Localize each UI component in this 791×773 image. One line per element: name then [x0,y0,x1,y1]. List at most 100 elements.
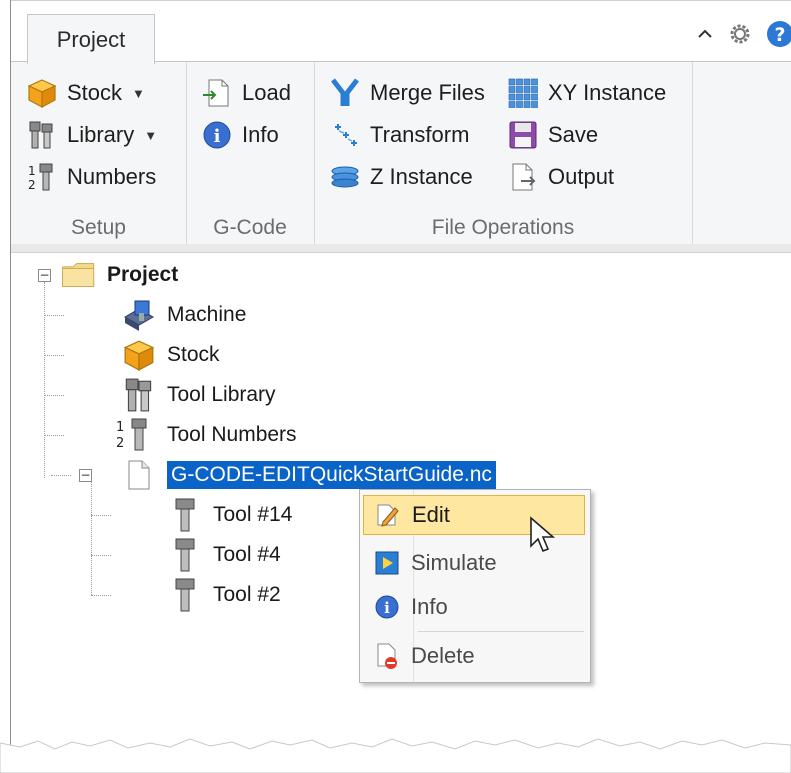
menu-label-simulate: Simulate [411,550,497,575]
tree-connector [44,355,64,356]
tree-node-gcode-file[interactable]: G-CODE-EDITQuickStartGuide.nc [121,457,496,493]
tool-icon [167,537,203,573]
tree-connector [51,475,71,476]
stock-button[interactable]: Stock ▼ [25,75,145,111]
load-file-icon [200,76,234,110]
tree-connector [44,282,45,478]
tree-connector [44,435,64,436]
menu-label-edit: Edit [412,502,450,527]
tree-connector [91,515,111,516]
xy-instance-button[interactable]: XY Instance [506,75,666,111]
tab-project[interactable]: Project [27,14,155,64]
svg-text:1: 1 [116,420,124,435]
menu-label-delete: Delete [411,643,475,668]
tool-numbers-icon: 1 2 [111,417,157,453]
tree-label-machine: Machine [167,303,247,326]
transform-icon [328,118,362,152]
chevron-down-icon: ▼ [144,127,158,143]
transform-button[interactable]: Transform [328,117,469,153]
svg-text:2: 2 [28,178,36,192]
ribbon: Stock ▼ Library ▼ 1 2 Numbers Setup Load… [11,61,791,246]
xy-grid-icon [506,76,540,110]
svg-text:i: i [384,599,390,617]
group-gcode: Load i Info G-Code [186,62,315,245]
stock-label: Stock [67,80,123,105]
library-label: Library [67,122,135,147]
menu-item-delete[interactable]: Delete [363,636,585,676]
tree-node-tool-4[interactable]: Tool #4 [167,537,281,573]
menu-separator [418,631,584,632]
group-label-setup: Setup [71,216,126,239]
tree-node-stock[interactable]: Stock [121,337,220,373]
title-icons: ? [694,21,791,51]
tree-label-tool-2: Tool #2 [213,583,281,606]
svg-text:2: 2 [116,436,124,451]
merge-files-label: Merge Files [370,80,485,105]
collapse-ribbon-icon[interactable] [694,23,716,49]
simulate-play-icon [363,550,411,576]
mouse-cursor-icon [530,516,556,553]
tool-library-icon [121,377,157,413]
collapse-file-toggle[interactable]: − [79,469,92,482]
svg-text:?: ? [774,24,785,46]
output-button[interactable]: Output [506,159,614,195]
load-label: Load [242,80,291,105]
merge-icon [328,76,362,110]
save-button[interactable]: Save [506,117,598,153]
group-label-gcode: G-Code [213,216,287,239]
tree-label-tool-numbers: Tool Numbers [167,423,297,446]
chevron-down-icon: ▼ [132,85,145,101]
tool-icon [167,497,203,533]
tree-node-tool-library[interactable]: Tool Library [121,377,276,413]
machine-icon [121,297,157,333]
tool-icon [167,577,203,613]
tree-connector [91,482,92,595]
output-file-icon [506,160,540,194]
xy-instance-label: XY Instance [548,80,667,105]
library-button[interactable]: Library ▼ [25,117,157,153]
z-instance-label: Z Instance [370,164,473,189]
load-button[interactable]: Load [200,75,291,111]
tree-label-tool-14: Tool #14 [213,503,293,526]
save-floppy-icon [506,118,540,152]
numbers-button[interactable]: 1 2 Numbers [25,159,156,195]
merge-files-button[interactable]: Merge Files [328,75,485,111]
tree-node-machine[interactable]: Machine [121,297,246,333]
z-instance-button[interactable]: Z Instance [328,159,473,195]
file-icon [121,457,157,493]
tree-node-project[interactable]: Project [61,257,178,293]
tree-node-tool-2[interactable]: Tool #2 [167,577,281,613]
delete-file-icon [363,642,411,670]
tree-connector [91,595,111,596]
svg-text:1: 1 [28,164,36,178]
tree-label-tool-4: Tool #4 [213,543,281,566]
collapse-project-toggle[interactable]: − [38,269,51,282]
info-button[interactable]: i Info [200,117,279,153]
transform-label: Transform [370,122,470,147]
tab-bar: Project ? [11,0,791,64]
stock-cube-icon [121,337,157,373]
gear-icon[interactable] [726,20,754,52]
tree-label-stock: Stock [167,343,220,366]
info-icon: i [200,118,234,152]
tree-connector [44,395,64,396]
folder-icon [61,257,97,293]
menu-item-info[interactable]: i Info [363,587,585,627]
help-icon[interactable]: ? [764,19,791,53]
torn-edge-decoration [0,738,791,773]
group-setup: Stock ▼ Library ▼ 1 2 Numbers Setup [11,62,187,245]
tree-label-tool-library: Tool Library [167,383,276,406]
tree-node-tool-14[interactable]: Tool #14 [167,497,292,533]
edit-pencil-icon [364,502,412,528]
tree-connector [91,555,111,556]
menu-label-info: Info [411,594,448,619]
tree-connector [44,315,64,316]
group-file-operations: Merge Files Transform Z Instance XY Inst… [314,62,693,245]
group-label-file-operations: File Operations [431,216,575,239]
stock-cube-icon [25,76,59,110]
tree-node-tool-numbers[interactable]: 1 2 Tool Numbers [111,417,297,453]
save-label: Save [548,122,599,147]
app-window: Project ? Stock ▼ Library ▼ 1 2 Numbers … [10,0,791,773]
tool-numbers-icon: 1 2 [25,160,59,194]
tree-label-project: Project [107,263,179,286]
